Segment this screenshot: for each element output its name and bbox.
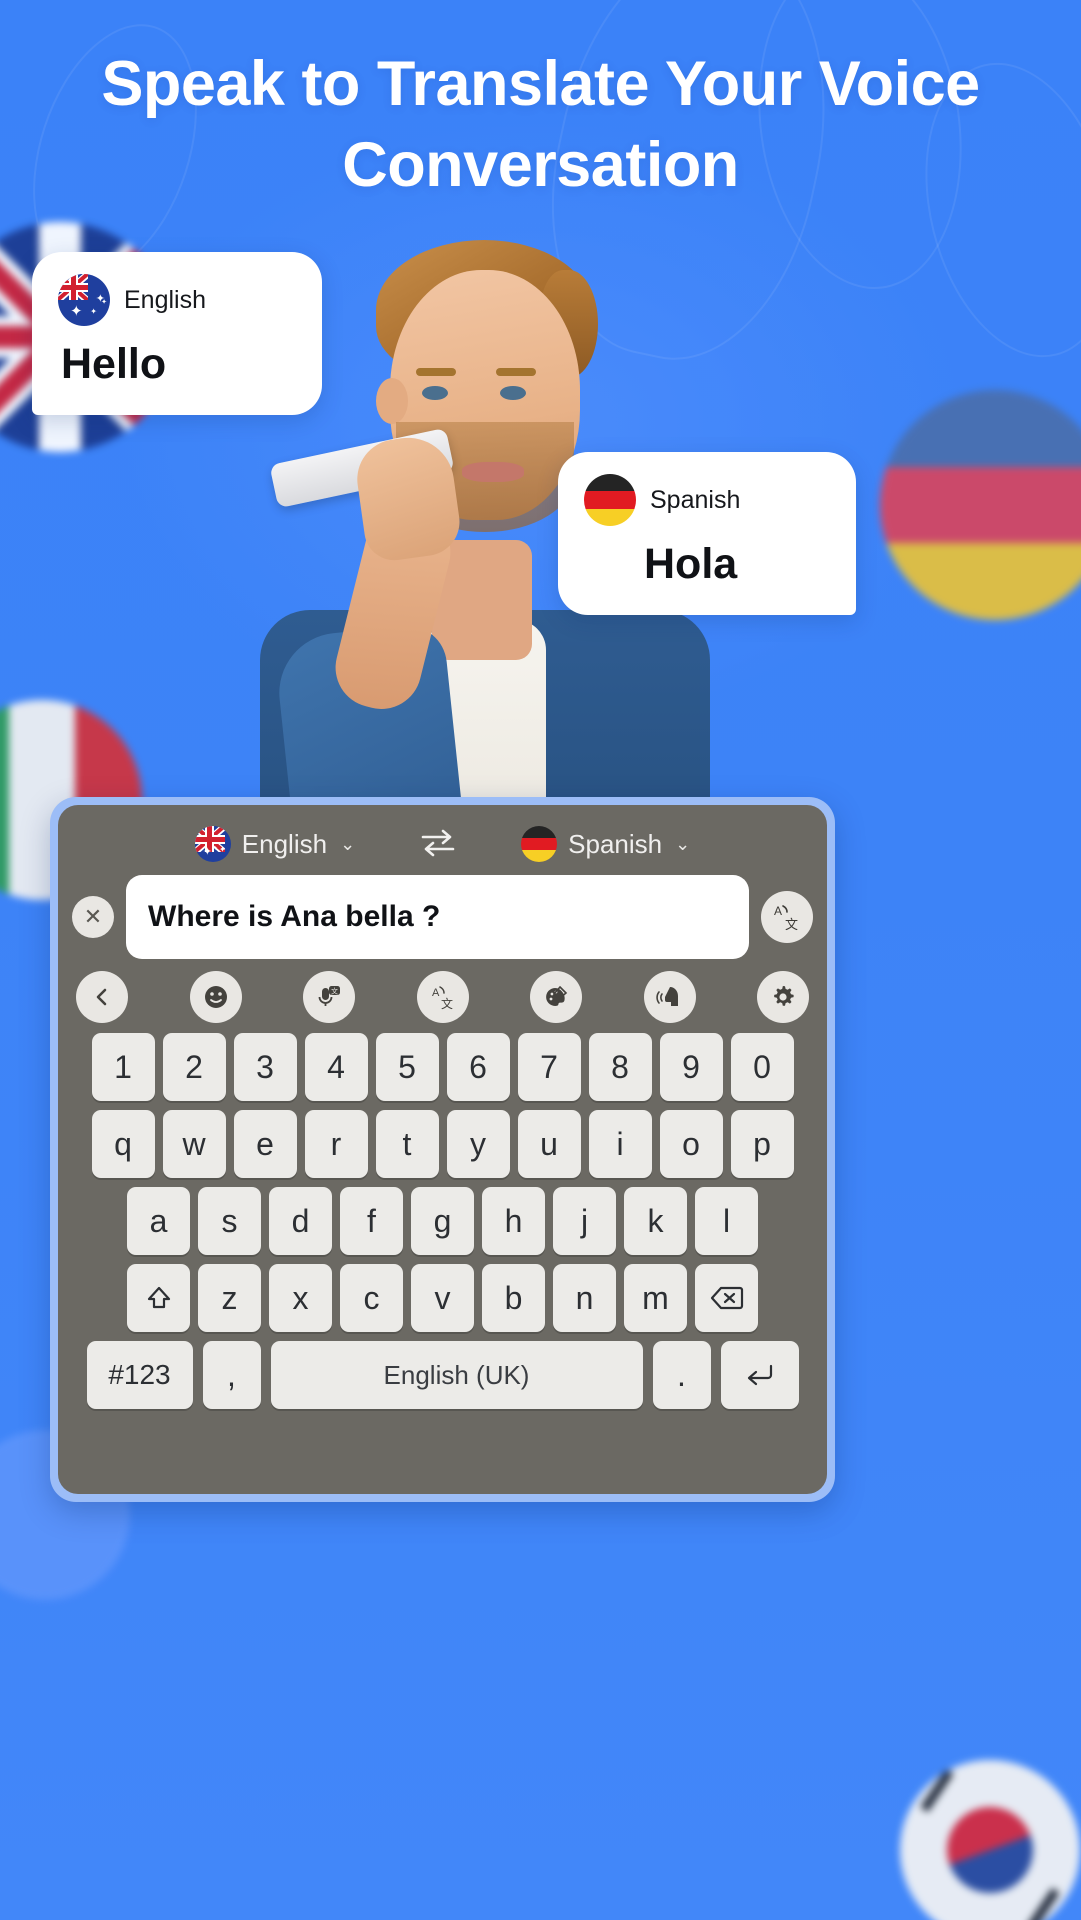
key-3[interactable]: 3	[233, 1033, 297, 1101]
keyboard-row-1: q w e r t y u i o p	[66, 1110, 819, 1178]
emoji-icon[interactable]	[189, 971, 242, 1023]
keyboard-panel: ✦ ✦ ✦ English ⌄ Spanish ⌄ ✕ Where is Ana…	[50, 797, 835, 1502]
settings-gear-icon[interactable]	[757, 971, 809, 1023]
key-0[interactable]: 0	[730, 1033, 794, 1101]
key-q[interactable]: q	[91, 1110, 155, 1178]
speech-bubble-spanish: Spanish Hola	[558, 452, 856, 615]
key-8[interactable]: 8	[588, 1033, 652, 1101]
svg-text:文: 文	[441, 996, 453, 1011]
bubble-language-label: Spanish	[650, 485, 741, 514]
backspace-key[interactable]	[695, 1264, 758, 1332]
germany-flag-icon	[584, 474, 636, 526]
keyboard-rows: 1 2 3 4 5 6 7 8 9 0 q w e r t y u i o p …	[58, 1029, 827, 1409]
key-6[interactable]: 6	[446, 1033, 510, 1101]
key-u[interactable]: u	[517, 1110, 581, 1178]
key-p[interactable]: p	[730, 1110, 794, 1178]
keyboard-row-bottom: #123 , English (UK) .	[66, 1341, 819, 1409]
key-2[interactable]: 2	[162, 1033, 226, 1101]
key-m[interactable]: m	[624, 1264, 687, 1332]
text-input[interactable]: Where is Ana bella ?	[126, 875, 749, 959]
key-o[interactable]: o	[659, 1110, 723, 1178]
key-4[interactable]: 4	[304, 1033, 368, 1101]
key-w[interactable]: w	[162, 1110, 226, 1178]
key-s[interactable]: s	[198, 1187, 261, 1255]
keyboard-row-3: z x c v b n m	[66, 1264, 819, 1332]
bubble-header: Spanish	[584, 474, 830, 526]
key-g[interactable]: g	[411, 1187, 474, 1255]
comma-key[interactable]: ,	[202, 1341, 261, 1409]
translate-icon[interactable]: A 文	[761, 891, 813, 943]
key-l[interactable]: l	[695, 1187, 758, 1255]
language-bar: ✦ ✦ ✦ English ⌄ Spanish ⌄	[58, 815, 827, 873]
key-n[interactable]: n	[553, 1264, 616, 1332]
bubble-header: ✦ ✦ ✦ ✦ English	[58, 274, 296, 326]
korea-flag-blob-icon	[900, 1760, 1080, 1920]
period-key[interactable]: .	[652, 1341, 711, 1409]
svg-text:文: 文	[331, 987, 338, 996]
key-h[interactable]: h	[482, 1187, 545, 1255]
enter-key[interactable]	[720, 1341, 799, 1409]
key-f[interactable]: f	[340, 1187, 403, 1255]
australia-flag-icon: ✦ ✦ ✦ ✦	[58, 274, 110, 326]
key-t[interactable]: t	[375, 1110, 439, 1178]
chevron-down-icon: ⌄	[340, 833, 356, 854]
key-b[interactable]: b	[482, 1264, 545, 1332]
bubble-word: Hola	[644, 540, 738, 588]
svg-text:文: 文	[785, 917, 798, 932]
theme-palette-icon[interactable]	[530, 971, 582, 1023]
key-1[interactable]: 1	[91, 1033, 155, 1101]
key-9[interactable]: 9	[659, 1033, 723, 1101]
germany-flag-icon	[521, 826, 558, 862]
key-x[interactable]: x	[269, 1264, 332, 1332]
speech-bubble-english: ✦ ✦ ✦ ✦ English Hello	[32, 252, 322, 415]
keyboard-row-2: a s d f g h j k l	[66, 1187, 819, 1255]
swap-arrows-icon[interactable]	[419, 827, 457, 862]
source-language-selector[interactable]: ✦ ✦ ✦ English ⌄	[194, 826, 356, 862]
voice-translate-icon[interactable]: 文	[303, 971, 355, 1023]
space-key[interactable]: English (UK)	[270, 1341, 643, 1409]
svg-text:A: A	[432, 987, 440, 999]
key-z[interactable]: z	[198, 1264, 261, 1332]
key-j[interactable]: j	[553, 1187, 616, 1255]
close-icon[interactable]: ✕	[72, 896, 114, 938]
speak-head-icon[interactable]	[643, 971, 696, 1023]
bubble-language-label: English	[124, 285, 206, 314]
key-c[interactable]: c	[340, 1264, 403, 1332]
target-language-selector[interactable]: Spanish ⌄	[521, 826, 690, 862]
translate-icon[interactable]: A 文	[416, 971, 469, 1023]
keyboard: ✦ ✦ ✦ English ⌄ Spanish ⌄ ✕ Where is Ana…	[58, 805, 827, 1494]
key-y[interactable]: y	[446, 1110, 510, 1178]
bubble-word: Hello	[61, 340, 167, 388]
key-i[interactable]: i	[588, 1110, 652, 1178]
flag-blob-icon	[880, 390, 1081, 620]
key-v[interactable]: v	[411, 1264, 474, 1332]
svg-text:A: A	[774, 904, 782, 918]
australia-flag-icon: ✦ ✦ ✦	[194, 826, 231, 862]
input-row: ✕ Where is Ana bella ? A 文	[58, 875, 827, 959]
toolbar: 文 A 文	[58, 959, 827, 1029]
key-e[interactable]: e	[233, 1110, 297, 1178]
target-language-label: Spanish	[568, 828, 663, 859]
key-k[interactable]: k	[624, 1187, 687, 1255]
keyboard-row-numbers: 1 2 3 4 5 6 7 8 9 0	[66, 1033, 819, 1101]
key-5[interactable]: 5	[375, 1033, 439, 1101]
key-a[interactable]: a	[127, 1187, 190, 1255]
chevron-down-icon: ⌄	[675, 833, 691, 854]
back-chevron-icon[interactable]	[76, 971, 128, 1023]
key-7[interactable]: 7	[517, 1033, 581, 1101]
symbols-key[interactable]: #123	[86, 1341, 193, 1409]
key-d[interactable]: d	[269, 1187, 332, 1255]
key-r[interactable]: r	[304, 1110, 368, 1178]
shift-key[interactable]	[127, 1264, 190, 1332]
page-title: Speak to Translate Your Voice Conversati…	[101, 49, 980, 200]
source-language-label: English	[241, 828, 328, 859]
